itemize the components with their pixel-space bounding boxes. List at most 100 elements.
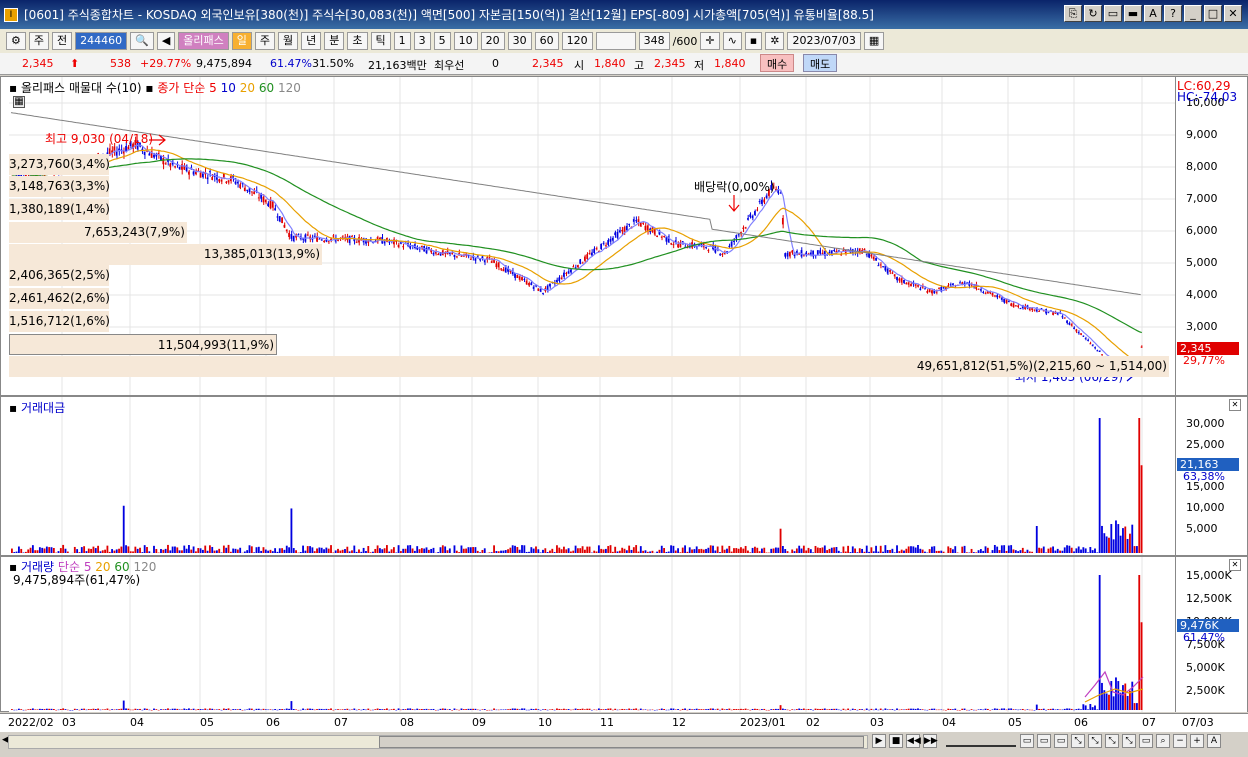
indicator-icon[interactable]: ∿ [722,32,742,50]
table-icon[interactable]: ▦ [13,96,25,108]
period-second[interactable]: 초 [347,32,368,50]
stop-icon[interactable]: ■ [889,734,903,748]
candle-body [227,180,230,183]
layout3-icon[interactable]: ▭ [1054,734,1068,748]
settings-icon[interactable]: ⚙ [6,32,26,50]
volume-bar [129,709,132,711]
candle-body [532,286,535,289]
font-icon[interactable]: A [1144,5,1162,22]
font-size-icon[interactable]: A [1207,734,1221,748]
pin-icon[interactable]: ▬ [1124,5,1142,22]
crosshair-icon[interactable]: ✛ [700,32,720,50]
interval-1[interactable]: 1 [393,32,411,50]
period-day[interactable]: 일 [231,32,252,50]
interval-60[interactable]: 60 [534,32,559,50]
candle-body [1080,333,1082,335]
volume-bar [670,708,672,710]
candle-body [644,225,647,231]
amount-panel-close-icon[interactable]: ✕ [1229,399,1241,411]
volume-bar [991,709,994,710]
interval-20[interactable]: 20 [480,32,505,50]
sell-button[interactable]: 매도 [803,54,838,72]
candle-body [586,254,589,260]
tool2-icon[interactable]: ⤡ [1088,734,1102,748]
buy-button[interactable]: 매수 [760,54,795,72]
period-minute[interactable]: 분 [324,32,345,50]
price-tick: 8,000 [1186,160,1218,173]
amount-bar [1131,524,1134,553]
maximize-button[interactable]: □ [1204,5,1222,22]
period-week[interactable]: 주 [254,32,276,50]
count-input[interactable]: 348 [638,32,670,50]
market-select[interactable]: 주 [28,32,49,50]
tool4-icon[interactable]: ⤡ [1122,734,1136,748]
amount-bar [111,549,113,553]
amount-bar [583,549,586,553]
layout2-icon[interactable]: ▭ [1037,734,1051,748]
zoom-slider[interactable] [946,735,1016,747]
layout1-icon[interactable]: ▭ [1020,734,1034,748]
forward-icon[interactable]: ▶▶ [923,734,938,748]
amount-panel[interactable] [9,397,1175,555]
amount-bar [779,528,782,553]
volume-chart[interactable] [9,557,1175,712]
amount-bar [332,552,335,553]
high-value: 2,345 [654,57,686,70]
date-input[interactable]: 2023/07/03 [787,32,861,50]
candle-body [1098,351,1101,353]
volume-bar [733,709,735,710]
candle-body [1052,312,1054,315]
tool5-icon[interactable]: ▭ [1139,734,1153,748]
period-tick[interactable]: 틱 [370,32,391,50]
speaker-icon[interactable]: ◀ [156,32,176,50]
volume-bar [185,709,188,710]
rewind-icon[interactable]: ◀◀ [906,734,921,748]
stock-name[interactable]: 올리패스 [178,32,229,50]
code-input[interactable]: 244460 [75,32,128,50]
interval-10[interactable]: 10 [453,32,478,50]
volume-bar [737,709,740,710]
calendar-icon[interactable]: ▦ [863,32,885,50]
volume-panel[interactable] [9,557,1175,712]
scroll-thumb[interactable] [379,736,864,748]
volume-panel-close-icon[interactable]: ✕ [1229,559,1241,571]
refresh-icon[interactable]: ↻ [1084,5,1102,22]
amount-bar [996,546,999,553]
amount-bar [935,550,938,553]
link-icon[interactable]: ⎘ [1064,5,1082,22]
interval-3[interactable]: 3 [413,32,431,50]
minimize-button[interactable]: _ [1184,5,1202,22]
amount-bar [24,551,27,553]
amount-bar [947,546,950,553]
play-icon[interactable]: ▶ [872,734,886,748]
amount-bar [444,546,447,553]
chart-area[interactable]: 10,000 9,000 8,000 7,000 6,000 5,000 4,000 3,00… [0,76,1248,712]
volume-profile-bar: 7,653,243(7,9%) [9,222,187,243]
period-month[interactable]: 월 [278,32,299,50]
horizontal-scrollbar[interactable] [8,735,868,749]
zoom-icon[interactable]: ⌕ [1156,734,1170,748]
amount-bar [183,545,186,553]
period-year[interactable]: 년 [301,32,322,50]
volume-bar [497,709,500,711]
amount-bar [222,545,225,553]
amount-bar [1110,524,1113,553]
interval-120[interactable]: 120 [561,32,593,50]
interval-5[interactable]: 5 [433,32,451,50]
gear-icon[interactable]: ✲ [765,32,785,50]
zoom-out-icon[interactable]: − [1173,734,1187,748]
save-icon[interactable]: ▭ [1104,5,1122,22]
volume-bar [269,709,272,710]
volume-bar [94,709,97,710]
type-button[interactable]: 전 [52,32,73,50]
close-button[interactable]: ✕ [1224,5,1242,22]
interval-custom-input[interactable] [595,32,636,50]
help-icon[interactable]: ? [1164,5,1182,22]
disk-icon[interactable]: ▪ [744,32,763,50]
zoom-in-icon[interactable]: + [1190,734,1204,748]
amount-chart[interactable] [9,397,1175,555]
tool1-icon[interactable]: ⤡ [1071,734,1085,748]
search-icon[interactable]: 🔍 [130,32,154,50]
interval-30[interactable]: 30 [507,32,532,50]
tool3-icon[interactable]: ⤡ [1105,734,1119,748]
